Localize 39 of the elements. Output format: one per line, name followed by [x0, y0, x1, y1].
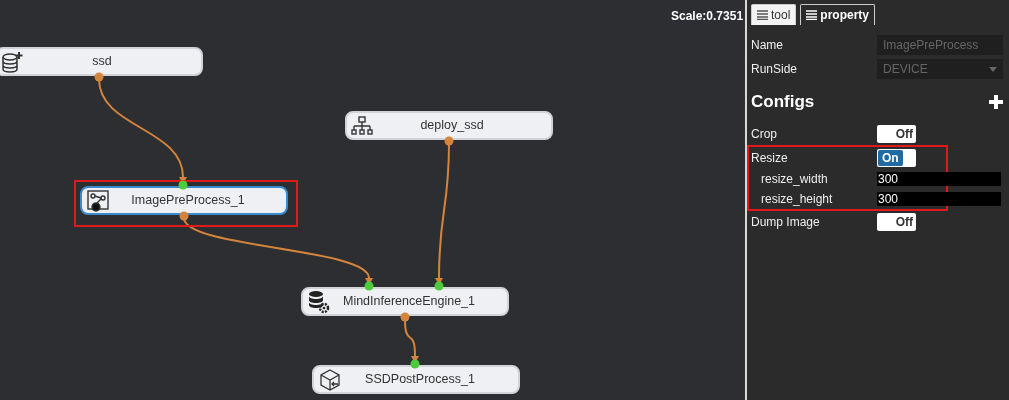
add-icon[interactable]	[989, 94, 1003, 109]
field-label: Name	[751, 37, 784, 54]
list-icon	[806, 10, 818, 20]
flow-node[interactable]: MindInferenceEngine_1	[301, 287, 509, 316]
input-port[interactable]	[410, 359, 420, 369]
config-label: Crop	[751, 125, 778, 143]
toggle-switch[interactable]: Off	[877, 212, 916, 231]
toggle-switch[interactable]: On	[877, 148, 916, 167]
network-icon	[351, 115, 373, 136]
output-port[interactable]	[444, 136, 454, 146]
flow-node[interactable]: SSDPostProcess_1	[312, 365, 520, 394]
flow-node[interactable]: ssd	[0, 47, 203, 76]
image-flow-icon	[86, 188, 110, 213]
flow-node[interactable]: deploy_ssd	[345, 111, 553, 140]
section-heading: Configs	[751, 91, 815, 113]
database-gear-icon	[307, 289, 331, 314]
field-label: RunSide	[751, 61, 799, 78]
number-field[interactable]: 300	[877, 191, 1001, 206]
panel-tab[interactable]: tool	[751, 4, 797, 25]
config-label: Dump Image	[751, 213, 821, 231]
output-port[interactable]	[400, 312, 410, 322]
caret-icon	[989, 66, 997, 72]
number-field[interactable]: 300	[877, 171, 1001, 186]
flow-node[interactable]: ImagePreProcess_1	[80, 186, 288, 215]
output-port[interactable]	[94, 72, 104, 82]
database-add-icon	[1, 50, 23, 73]
config-label: resize_height	[760, 190, 834, 208]
input-port[interactable]	[364, 281, 374, 291]
toggle-switch[interactable]: Off	[877, 124, 916, 143]
input-port[interactable]	[178, 180, 188, 190]
connector-arrow	[404, 318, 419, 363]
scale-label: Scale:0.7351	[671, 8, 744, 25]
output-port[interactable]	[179, 211, 189, 221]
config-label: Resize	[751, 149, 789, 167]
list-icon	[757, 10, 768, 20]
input-port[interactable]	[434, 281, 444, 291]
panel-tab[interactable]: property	[800, 4, 876, 25]
config-label: resize_width	[760, 170, 829, 188]
cube-icon	[318, 367, 342, 392]
